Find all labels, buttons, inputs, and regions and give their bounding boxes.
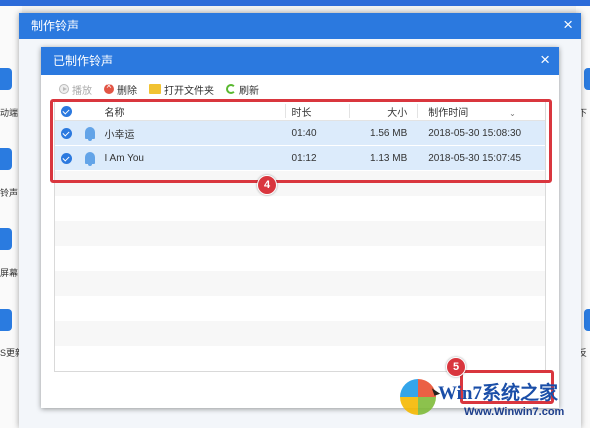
open-folder-label: 打开文件夹 [164, 85, 214, 97]
dialog-titlebar: 制作铃声 × [19, 13, 581, 39]
dialog-title: 已制作铃声 [53, 54, 114, 68]
side-label: 动端 [0, 108, 19, 118]
windows-logo-icon [400, 379, 436, 415]
side-screen-icon[interactable] [0, 228, 12, 250]
side-feedback-icon[interactable] [584, 309, 590, 331]
toolbar: 播放 删除 打开文件夹 刷新 [59, 79, 259, 99]
dialog-titlebar: 已制作铃声 × [41, 47, 559, 75]
close-icon[interactable]: × [563, 15, 573, 35]
side-app-icon[interactable] [0, 68, 12, 90]
side-update-icon[interactable] [0, 309, 12, 331]
watermark-brand: Win7系统之家 [438, 383, 559, 404]
side-download-icon[interactable] [584, 68, 590, 90]
app-header-bar [0, 0, 590, 6]
refresh-icon [226, 84, 236, 94]
empty-rows [55, 171, 545, 371]
play-button[interactable]: 播放 [59, 82, 92, 97]
annotation-highlight-list [50, 99, 552, 183]
delete-label: 删除 [117, 85, 137, 97]
annotation-badge: 4 [257, 175, 277, 195]
delete-button[interactable]: 删除 [104, 81, 137, 97]
watermark-url: Www.Winwin7.com [464, 406, 565, 418]
dialog-title: 制作铃声 [31, 19, 80, 33]
side-ringtone-icon[interactable] [0, 148, 12, 170]
open-folder-button[interactable]: 打开文件夹 [149, 82, 214, 97]
refresh-label: 刷新 [239, 85, 259, 97]
side-label: 屏幕 [0, 268, 19, 278]
delete-icon [104, 81, 114, 94]
refresh-button[interactable]: 刷新 [226, 82, 259, 97]
play-label: 播放 [72, 85, 92, 97]
folder-icon [149, 84, 161, 94]
watermark: Win7系统之家 Www.Winwin7.com [398, 374, 588, 428]
play-icon [59, 84, 69, 94]
close-icon[interactable]: × [540, 50, 550, 70]
side-label: 铃声 [0, 188, 19, 198]
